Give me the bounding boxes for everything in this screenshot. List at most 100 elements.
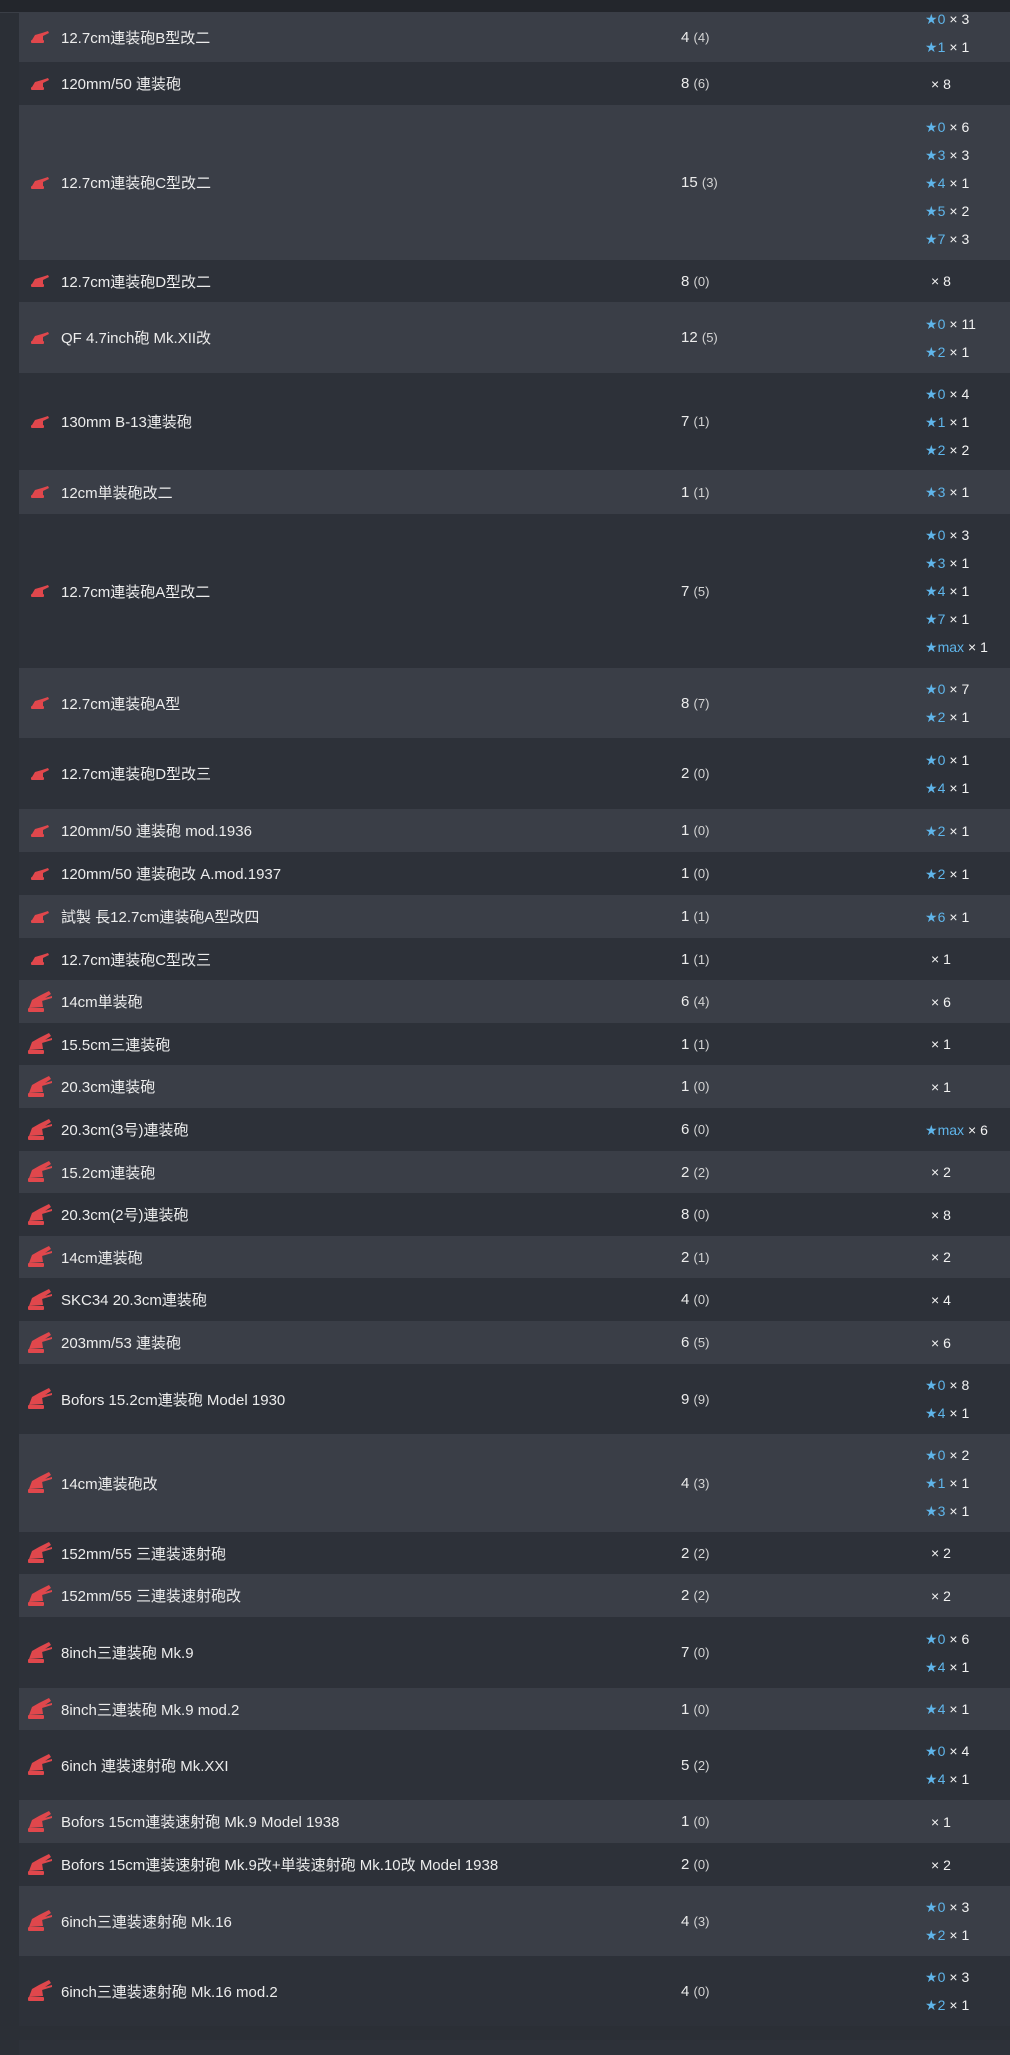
equipment-count-sub: (3) bbox=[693, 1913, 710, 1929]
table-row[interactable]: 120mm/50 連装砲改 A.mod.1937 1 (0) ★2 × 1 bbox=[19, 852, 1010, 895]
equipment-name-cell: 152mm/55 三連装速射砲改 bbox=[19, 1584, 681, 1608]
star-icon: ★ bbox=[925, 1447, 938, 1463]
table-row[interactable]: 203mm/53 連装砲 6 (5) × 6 bbox=[19, 1321, 1010, 1364]
table-row[interactable]: 12.7cm連装砲C型改三 1 (1) × 1 bbox=[19, 938, 1010, 980]
improvement-entry: ★7 × 3 bbox=[925, 225, 1010, 253]
equipment-count-sub: (3) bbox=[693, 1475, 710, 1491]
equipment-name-cell: 試製 長12.7cm連装砲A型改四 bbox=[19, 905, 681, 929]
equipment-name-cell: 14cm単装砲 bbox=[19, 990, 681, 1014]
improvement-entry: ★1 × 1 bbox=[925, 408, 1010, 436]
equipment-count-sub: (1) bbox=[693, 951, 710, 967]
table-row[interactable]: 12.7cm連装砲D型改三 2 (0) ★0 × 1 ★4 × 1 bbox=[19, 738, 1010, 809]
improvement-count: × 6 bbox=[945, 1631, 969, 1647]
star-icon: ★ bbox=[925, 1743, 938, 1759]
count-cell: 4 (3) bbox=[681, 1913, 925, 1930]
star-level: ★0 bbox=[925, 681, 945, 697]
table-row[interactable]: 15.2cm連装砲 2 (2) × 2 bbox=[19, 1151, 1010, 1193]
medium-gun-icon bbox=[27, 1753, 53, 1777]
equipment-count-sub: (2) bbox=[693, 1164, 710, 1180]
medium-gun-icon bbox=[27, 1697, 53, 1721]
small-gun-icon bbox=[27, 410, 53, 434]
medium-gun-icon bbox=[27, 1641, 53, 1665]
star-level: ★0 bbox=[925, 1969, 945, 1985]
table-row[interactable]: 130mm B-13連装砲 7 (1) ★0 × 4 ★1 × 1 ★2 × 2 bbox=[19, 373, 1010, 470]
improvement-count: × 3 bbox=[945, 147, 969, 163]
improvement-entry: ★1 × 1 bbox=[925, 33, 1010, 61]
improvement-list: × 4 bbox=[925, 1286, 1010, 1314]
times-sign: × bbox=[931, 951, 944, 967]
improvement-count-value: 1 bbox=[961, 611, 970, 627]
count-cell: 15 (3) bbox=[681, 174, 925, 191]
table-row[interactable]: 12.7cm連装砲A型 8 (7) ★0 × 7 ★2 × 1 bbox=[19, 668, 1010, 738]
table-row[interactable]: 8inch三連装砲 Mk.9 mod.2 1 (0) ★4 × 1 bbox=[19, 1688, 1010, 1730]
star-icon: ★ bbox=[925, 1630, 938, 1647]
table-row[interactable]: 20.3cm(2号)連装砲 8 (0) × 8 bbox=[19, 1193, 1010, 1236]
times-sign: × bbox=[949, 1447, 962, 1463]
equipment-count: 6 bbox=[681, 993, 690, 1010]
equipment-count: 1 bbox=[681, 1078, 690, 1095]
table-row[interactable]: 152mm/55 三連装速射砲 2 (2) × 2 bbox=[19, 1532, 1010, 1574]
improvement-list: × 6 bbox=[925, 988, 1010, 1016]
times-sign: × bbox=[949, 1377, 962, 1393]
table-row[interactable]: 12cm単装砲改二 1 (1) ★3 × 1 bbox=[19, 470, 1010, 514]
count-cell: 2 (2) bbox=[681, 1587, 925, 1604]
table-row[interactable]: 14cm連装砲 2 (1) × 2 bbox=[19, 1236, 1010, 1278]
equipment-name-cell: 130mm B-13連装砲 bbox=[19, 410, 681, 434]
star-level: ★2 bbox=[925, 344, 945, 360]
table-row[interactable]: 6inch三連装速射砲 Mk.16 4 (3) ★0 × 3 ★2 × 1 bbox=[19, 1886, 1010, 1956]
table-row[interactable]: 12.7cm連装砲A型改二 7 (5) ★0 × 3 ★3 × 1 ★4 × 1 ★7 × 1 ★m… bbox=[19, 514, 1010, 668]
improvement-count: × 1 bbox=[925, 1079, 951, 1095]
table-row[interactable]: 6inch 連装速射砲 Mk.XXI 5 (2) ★0 × 4 ★4 × 1 bbox=[19, 1730, 1010, 1800]
improvement-count: × 2 bbox=[925, 1249, 951, 1265]
times-sign: × bbox=[949, 1658, 962, 1675]
times-sign: × bbox=[949, 1701, 962, 1717]
equipment-count: 4 bbox=[681, 1982, 690, 2000]
improvement-count-value: 1 bbox=[961, 1771, 970, 1787]
equipment-count: 2 bbox=[681, 1856, 690, 1873]
table-row[interactable]: 20.3cm(3号)連装砲 6 (0) ★max × 6 bbox=[19, 1108, 1010, 1151]
improvement-count-value: 6 bbox=[943, 1334, 951, 1351]
table-row[interactable]: 15.5cm三連装砲 1 (1) × 1 bbox=[19, 1023, 1010, 1065]
table-row[interactable]: 120mm/50 連装砲 8 (6) × 8 bbox=[19, 62, 1010, 105]
table-row[interactable]: 20.3cm連装砲 1 (0) × 1 bbox=[19, 1065, 1010, 1108]
equipment-count: 6 bbox=[681, 1334, 690, 1351]
improvement-count-value: 6 bbox=[961, 1630, 970, 1647]
table-row[interactable]: 8inch三連装砲 Mk.9 7 (0) ★0 × 6 ★4 × 1 bbox=[19, 1617, 1010, 1688]
times-sign: × bbox=[931, 1587, 944, 1604]
improvement-count-value: 1 bbox=[980, 639, 988, 655]
table-row[interactable]: Bofors 15cm連装速射砲 Mk.9改+単装速射砲 Mk.10改 Mode… bbox=[19, 1843, 1010, 1886]
star-level-value: max bbox=[937, 639, 965, 655]
star-icon: ★ bbox=[925, 1969, 938, 1985]
table-row[interactable]: SKC34 20.3cm連装砲 4 (0) × 4 bbox=[19, 1278, 1010, 1321]
improvement-list: ★0 × 2 ★1 × 1 ★3 × 1 bbox=[925, 1441, 1010, 1525]
table-row[interactable]: 12.7cm連装砲B型改二 4 (4) ★0 × 3 ★1 × 1 bbox=[19, 11, 1010, 62]
table-row[interactable]: QF 4.7inch砲 Mk.XII改 12 (5) ★0 × 11 ★2 × 1 bbox=[19, 302, 1010, 373]
star-level: ★7 bbox=[925, 611, 945, 627]
star-level: ★4 bbox=[925, 1771, 945, 1787]
improvement-count: × 1 bbox=[945, 1405, 969, 1421]
table-row[interactable]: 試製 長12.7cm連装砲A型改四 1 (1) ★6 × 1 bbox=[19, 895, 1010, 938]
improvement-entry: ★0 × 7 bbox=[925, 675, 1010, 703]
improvement-count: × 8 bbox=[925, 76, 951, 92]
improvement-count: × 1 bbox=[945, 1997, 969, 2013]
star-level: ★4 bbox=[925, 1701, 945, 1717]
table-row[interactable]: Bofors 15.2cm連装砲 Model 1930 9 (9) ★0 × 8 ★4 ×… bbox=[19, 1364, 1010, 1434]
table-row[interactable]: 152mm/55 三連装速射砲改 2 (2) × 2 bbox=[19, 1574, 1010, 1617]
count-cell: 6 (0) bbox=[681, 1121, 925, 1138]
table-row[interactable]: 12.7cm連装砲C型改二 15 (3) ★0 × 6 ★3 × 3 ★4 × 1 ★5 × 2 ★… bbox=[19, 105, 1010, 260]
table-row[interactable]: 12.7cm連装砲D型改二 8 (0) × 8 bbox=[19, 260, 1010, 302]
times-sign: × bbox=[949, 865, 962, 882]
equipment-count-sub: (1) bbox=[693, 909, 710, 924]
table-row[interactable]: 120mm/50 連装砲 mod.1936 1 (0) ★2 × 1 bbox=[19, 809, 1010, 852]
improvement-entry: × 2 bbox=[925, 1243, 1010, 1271]
table-row[interactable]: 6inch三連装速射砲 Mk.16 mod.2 4 (0) ★0 × 3 ★2 × 1 bbox=[19, 1956, 1010, 2026]
improvement-entry: ★0 × 11 bbox=[925, 310, 1010, 338]
table-row[interactable]: Bofors 15cm連装速射砲 Mk.9 Model 1938 1 (0) × 1 bbox=[19, 1800, 1010, 1843]
medium-gun-icon bbox=[27, 1160, 53, 1184]
small-gun-icon bbox=[27, 326, 53, 350]
improvement-list: ★max × 6 bbox=[925, 1116, 1010, 1144]
improvement-count: × 1 bbox=[945, 39, 969, 55]
improvement-entry: ★max × 1 bbox=[925, 633, 1010, 661]
table-row[interactable]: 14cm単装砲 6 (4) × 6 bbox=[19, 980, 1010, 1023]
table-row[interactable]: 14cm連装砲改 4 (3) ★0 × 2 ★1 × 1 ★3 × 1 bbox=[19, 1434, 1010, 1532]
